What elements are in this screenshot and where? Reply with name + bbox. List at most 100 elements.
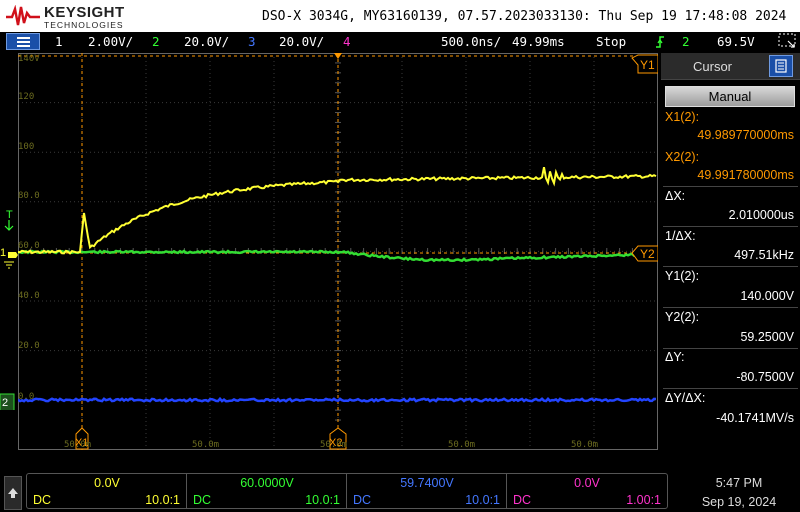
ch1-marker-label: 1 bbox=[0, 247, 6, 259]
trigger-level[interactable]: 69.5V bbox=[717, 34, 755, 49]
clock-date: Sep 19, 2024 bbox=[701, 495, 777, 509]
ch3-trace bbox=[18, 396, 657, 403]
ch1-number[interactable]: 1 bbox=[55, 34, 63, 49]
ch1-scale[interactable]: 2.00V/ bbox=[88, 34, 133, 49]
x-tick-label: 50.0m bbox=[320, 440, 347, 450]
divider bbox=[663, 266, 798, 267]
ch2-offset: 60.0000V bbox=[240, 476, 294, 490]
ch1-ground-arrow-icon bbox=[8, 252, 18, 258]
panel-list-icon[interactable] bbox=[769, 55, 793, 77]
brand-name: KEYSIGHT bbox=[44, 4, 125, 21]
x-tick-label: 50.0m bbox=[571, 440, 598, 450]
y2-value: 59.2500V bbox=[740, 330, 794, 344]
trigger-position-marker[interactable] bbox=[334, 53, 342, 59]
ch4-offset: 0.0V bbox=[574, 476, 600, 490]
ch1-coupling: DC bbox=[33, 493, 52, 507]
ch2-ground-marker[interactable]: 2 bbox=[0, 393, 15, 410]
ch2-marker-label: 2 bbox=[2, 397, 8, 409]
cursor-panel-title: Cursor bbox=[693, 59, 733, 74]
ch4-coupling: DC bbox=[513, 493, 532, 507]
cursor-panel-header: Cursor bbox=[661, 53, 800, 80]
keysight-wave-icon bbox=[6, 5, 40, 26]
ch2-probe: 10.0:1 bbox=[305, 493, 340, 507]
ch3-scale[interactable]: 20.0V/ bbox=[279, 34, 324, 49]
delta-y-value: -80.7500V bbox=[736, 370, 794, 384]
left-channel-markers: T 1 2 bbox=[0, 210, 18, 410]
cursor-y1-label: Y1 bbox=[640, 58, 655, 72]
trigger-edge-icon bbox=[656, 36, 664, 48]
ch4-settings[interactable]: 0.0V DC 1.00:1 bbox=[507, 474, 667, 508]
expand-up-button[interactable] bbox=[4, 476, 22, 510]
main-menu-button[interactable] bbox=[6, 33, 40, 50]
instrument-title: DSO-X 3034G, MY63160139, 07.57.202303313… bbox=[262, 9, 787, 24]
x2-label: X2(2): bbox=[665, 150, 700, 164]
ch2-settings[interactable]: 60.0000V DC 10.0:1 bbox=[187, 474, 347, 508]
delta-y-over-delta-x-label: ΔY/ΔX: bbox=[665, 391, 706, 405]
run-state[interactable]: Stop bbox=[596, 34, 626, 49]
menu-icon-line bbox=[17, 45, 30, 47]
waveform-display[interactable]: X1 X2 Y1 Y2 50.0m 50.0m 50.0m 50.0m 50.0… bbox=[18, 53, 658, 450]
ch1-trace bbox=[18, 167, 657, 255]
bottom-bar: 0.0V DC 10.0:1 60.0000V DC 10.0:1 59.740… bbox=[0, 470, 800, 512]
x-tick-label: 50.0m bbox=[448, 440, 475, 450]
inverse-delta-x-label: 1/ΔX: bbox=[665, 229, 696, 243]
clock-time: 5:47 PM bbox=[715, 476, 763, 490]
y-tick-label: 20.0 bbox=[18, 341, 40, 351]
divider bbox=[663, 348, 798, 349]
delta-x-label: ΔX: bbox=[665, 189, 686, 203]
ch4-probe: 1.00:1 bbox=[626, 493, 661, 507]
list-icon bbox=[775, 59, 787, 73]
ch4-number[interactable]: 4 bbox=[343, 34, 351, 49]
x2-value: 49.991780000ms bbox=[697, 168, 794, 182]
keysight-logo: KEYSIGHT TECHNOLOGIES bbox=[6, 3, 126, 30]
ch1-offset: 0.0V bbox=[94, 476, 120, 490]
delta-y-label: ΔY: bbox=[665, 350, 685, 364]
cursor-panel: Cursor Manual X1(2): 49.989770000ms X2(2… bbox=[661, 53, 800, 450]
y1-value: 140.000V bbox=[740, 289, 794, 303]
ch3-number[interactable]: 3 bbox=[248, 34, 256, 49]
clock: 5:47 PM Sep 19, 2024 bbox=[680, 476, 798, 509]
ch2-coupling: DC bbox=[193, 493, 212, 507]
trigger-level-label[interactable]: T bbox=[6, 210, 13, 221]
graticule: X1 X2 Y1 Y2 50.0m 50.0m 50.0m 50.0m 50.0… bbox=[18, 53, 658, 450]
ch1-ground-marker[interactable]: 1 bbox=[0, 247, 18, 269]
ch3-coupling: DC bbox=[353, 493, 372, 507]
ch2-number[interactable]: 2 bbox=[152, 34, 160, 49]
inverse-delta-x-value: 497.51kHz bbox=[734, 248, 794, 262]
divider bbox=[663, 186, 798, 187]
ch3-probe: 10.0:1 bbox=[465, 493, 500, 507]
ch3-offset: 59.7400V bbox=[400, 476, 454, 490]
screen-select-icon[interactable] bbox=[778, 33, 796, 49]
timebase-scale[interactable]: 500.0ns/ bbox=[441, 34, 501, 49]
brand-sub: TECHNOLOGIES bbox=[44, 20, 124, 30]
cursor-y2-label: Y2 bbox=[640, 247, 655, 261]
ch3-settings[interactable]: 59.7400V DC 10.0:1 bbox=[347, 474, 507, 508]
x1-value: 49.989770000ms bbox=[697, 128, 794, 142]
y-tick-label: 40.0 bbox=[18, 291, 40, 301]
channel-settings-strip: 0.0V DC 10.0:1 60.0000V DC 10.0:1 59.740… bbox=[26, 473, 668, 509]
y-tick-label: 120 bbox=[18, 92, 35, 102]
cursor-y2-marker[interactable]: Y2 bbox=[631, 245, 658, 262]
y-tick-label: 140V bbox=[18, 54, 40, 64]
ch2-scale[interactable]: 20.0V/ bbox=[184, 34, 229, 49]
trigger-level-arrow-icon bbox=[4, 220, 14, 231]
y1-label: Y1(2): bbox=[665, 269, 700, 283]
menu-icon-line bbox=[17, 41, 30, 43]
cursor-y1-marker[interactable]: Y1 bbox=[631, 54, 658, 74]
y-tick-label: 60.0 bbox=[18, 241, 40, 251]
delta-y-over-delta-x-value: -40.1741MV/s bbox=[716, 411, 794, 425]
trigger-channel[interactable]: 2 bbox=[682, 34, 690, 49]
title-bar: KEYSIGHT TECHNOLOGIES DSO-X 3034G, MY631… bbox=[0, 0, 800, 32]
y-tick-label: 100 bbox=[18, 142, 35, 152]
x-tick-label: 50.0m bbox=[192, 440, 219, 450]
ground-icon bbox=[4, 261, 14, 269]
timebase-delay[interactable]: 49.99ms bbox=[512, 34, 565, 49]
y-tick-label: 0.0 bbox=[18, 392, 35, 402]
channel-bar: 1 2.00V/ 2 20.0V/ 3 20.0V/ 4 500.0ns/ 49… bbox=[0, 32, 800, 51]
divider bbox=[663, 307, 798, 308]
ch1-settings[interactable]: 0.0V DC 10.0:1 bbox=[27, 474, 187, 508]
divider bbox=[663, 226, 798, 227]
y-tick-label: 80.0 bbox=[18, 191, 40, 201]
y2-label: Y2(2): bbox=[665, 310, 700, 324]
cursor-mode-button[interactable]: Manual bbox=[665, 86, 795, 107]
